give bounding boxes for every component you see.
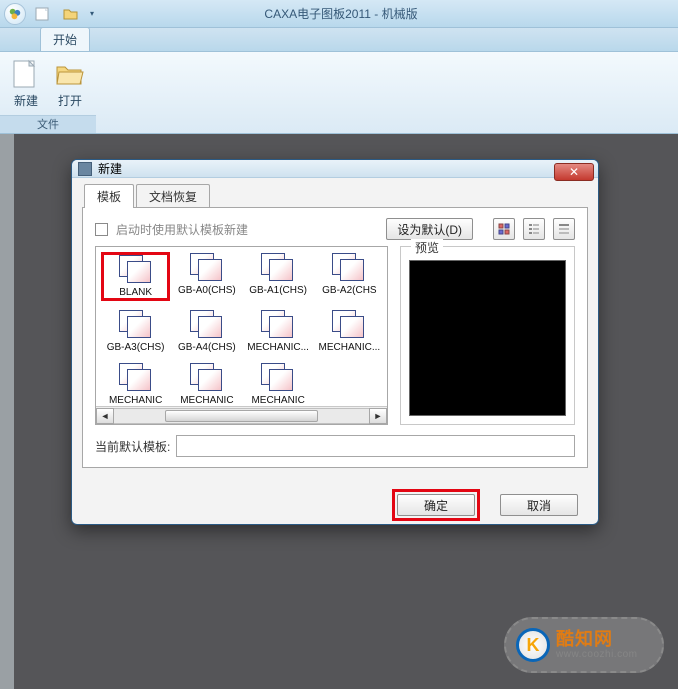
scroll-right-icon[interactable]: ► bbox=[369, 408, 387, 424]
new-dialog: 新建 ✕ 模板 文档恢复 启动时使用默认模板新建 设为默认(D) bbox=[71, 159, 599, 525]
template-icon bbox=[261, 253, 295, 283]
template-item[interactable]: MECHANIC bbox=[245, 363, 312, 406]
template-item[interactable]: GB-A4(CHS) bbox=[173, 310, 240, 353]
startup-default-label: 启动时使用默认模板新建 bbox=[116, 221, 248, 238]
template-name: GB-A4(CHS) bbox=[178, 342, 236, 353]
template-name: MECHANIC... bbox=[319, 342, 381, 353]
qat-customize-icon[interactable]: ▾ bbox=[86, 4, 98, 24]
template-icon bbox=[332, 253, 366, 283]
app-window: ▾ CAXA电子图板2011 - 机械版 开始 新建 打开 bbox=[0, 0, 682, 691]
list-icon bbox=[528, 223, 540, 235]
ok-button[interactable]: 确定 bbox=[397, 494, 475, 516]
dialog-icon bbox=[78, 162, 92, 176]
app-title: CAXA电子图板2011 - 机械版 bbox=[0, 0, 682, 28]
view-large-icons-button[interactable] bbox=[493, 218, 515, 240]
template-name: MECHANIC bbox=[180, 395, 233, 406]
ribbon-tab-strip: 开始 bbox=[0, 28, 682, 52]
ribbon-group-label: 文件 bbox=[0, 115, 96, 133]
close-button[interactable]: ✕ bbox=[554, 163, 594, 181]
template-item[interactable]: MECHANIC bbox=[173, 363, 240, 406]
template-name: BLANK bbox=[119, 287, 152, 298]
large-icons-icon bbox=[498, 223, 510, 235]
current-default-label: 当前默认模板: bbox=[95, 438, 170, 455]
watermark-cn: 酷知网 bbox=[556, 630, 637, 650]
qat-open-icon[interactable] bbox=[58, 4, 84, 24]
tab-content: 启动时使用默认模板新建 设为默认(D) bbox=[82, 207, 588, 468]
close-icon: ✕ bbox=[569, 165, 579, 179]
scroll-track[interactable] bbox=[114, 408, 369, 424]
template-name: MECHANIC bbox=[251, 395, 304, 406]
template-name: MECHANIC bbox=[109, 395, 162, 406]
dialog-body: 模板 文档恢复 启动时使用默认模板新建 设为默认(D) bbox=[72, 178, 598, 479]
canvas-edge bbox=[0, 134, 14, 691]
qat-new-icon[interactable] bbox=[30, 4, 56, 24]
template-icon bbox=[261, 310, 295, 340]
template-name: GB-A1(CHS) bbox=[249, 285, 307, 296]
template-item[interactable]: GB-A1(CHS) bbox=[245, 253, 312, 300]
template-item[interactable]: MECHANIC... bbox=[245, 310, 312, 353]
view-details-button[interactable] bbox=[553, 218, 575, 240]
view-list-button[interactable] bbox=[523, 218, 545, 240]
template-icon bbox=[190, 253, 224, 283]
template-hscrollbar[interactable]: ◄ ► bbox=[96, 406, 387, 424]
new-button[interactable]: 新建 bbox=[8, 58, 44, 115]
open-button-label: 打开 bbox=[52, 92, 88, 109]
open-folder-icon bbox=[54, 58, 86, 90]
scroll-left-icon[interactable]: ◄ bbox=[96, 408, 114, 424]
startup-default-checkbox[interactable] bbox=[95, 223, 108, 236]
preview-box bbox=[409, 260, 566, 416]
tab-template[interactable]: 模板 bbox=[84, 184, 134, 208]
template-icon bbox=[190, 363, 224, 393]
crop-edge bbox=[678, 0, 682, 691]
current-default-row: 当前默认模板: bbox=[95, 435, 575, 457]
template-item[interactable]: GB-A2(CHS bbox=[316, 253, 383, 300]
cancel-button[interactable]: 取消 bbox=[500, 494, 578, 516]
template-scroll[interactable]: BLANK GB-A0(CHS) GB-A1(CHS) GB-A2(CHS GB-A3(… bbox=[96, 247, 387, 406]
template-name: GB-A0(CHS) bbox=[178, 285, 236, 296]
dialog-title: 新建 bbox=[98, 160, 122, 177]
template-name: GB-A2(CHS bbox=[322, 285, 376, 296]
preview-column: 预览 bbox=[400, 246, 575, 425]
dialog-tabs: 模板 文档恢复 bbox=[84, 184, 588, 208]
mid-row: BLANK GB-A0(CHS) GB-A1(CHS) GB-A2(CHS GB-A3(… bbox=[95, 246, 575, 425]
dialog-footer: 确定 取消 bbox=[72, 479, 598, 525]
ribbon: 新建 打开 文件 bbox=[0, 52, 682, 134]
template-icon bbox=[332, 310, 366, 340]
new-button-label: 新建 bbox=[8, 92, 44, 109]
scroll-thumb[interactable] bbox=[165, 410, 318, 422]
details-icon bbox=[558, 223, 570, 235]
ok-highlight: 确定 bbox=[392, 489, 480, 521]
dialog-titlebar[interactable]: 新建 ✕ bbox=[72, 160, 598, 178]
template-icon bbox=[190, 310, 224, 340]
template-panel: BLANK GB-A0(CHS) GB-A1(CHS) GB-A2(CHS GB-A3(… bbox=[95, 246, 388, 425]
quick-access-toolbar: ▾ bbox=[30, 4, 98, 24]
tab-recover[interactable]: 文档恢复 bbox=[136, 184, 210, 208]
preview-label: 预览 bbox=[411, 239, 443, 256]
options-row: 启动时使用默认模板新建 设为默认(D) bbox=[95, 218, 575, 240]
template-icon bbox=[261, 363, 295, 393]
template-name: GB-A3(CHS) bbox=[107, 342, 165, 353]
watermark-logo-icon: K bbox=[516, 628, 550, 662]
watermark-en: www.coozhi.com bbox=[556, 649, 637, 660]
template-name: MECHANIC... bbox=[247, 342, 309, 353]
ribbon-group-file: 新建 打开 文件 bbox=[0, 52, 96, 133]
open-button[interactable]: 打开 bbox=[52, 58, 88, 115]
template-icon bbox=[119, 363, 153, 393]
new-file-icon bbox=[10, 58, 42, 90]
current-default-field[interactable] bbox=[176, 435, 575, 457]
template-item[interactable]: MECHANIC... bbox=[316, 310, 383, 353]
watermark: K 酷知网 www.coozhi.com bbox=[504, 617, 664, 673]
app-menu-orb[interactable] bbox=[4, 3, 26, 25]
template-icon bbox=[119, 255, 153, 285]
set-default-button[interactable]: 设为默认(D) bbox=[386, 218, 473, 240]
preview-fieldset: 预览 bbox=[400, 246, 575, 425]
template-icon bbox=[119, 310, 153, 340]
template-item[interactable]: MECHANIC bbox=[102, 363, 169, 406]
titlebar: ▾ CAXA电子图板2011 - 机械版 bbox=[0, 0, 682, 28]
template-item[interactable]: BLANK bbox=[102, 253, 169, 300]
template-item[interactable]: GB-A0(CHS) bbox=[173, 253, 240, 300]
tab-start[interactable]: 开始 bbox=[40, 27, 90, 51]
template-item[interactable]: GB-A3(CHS) bbox=[102, 310, 169, 353]
